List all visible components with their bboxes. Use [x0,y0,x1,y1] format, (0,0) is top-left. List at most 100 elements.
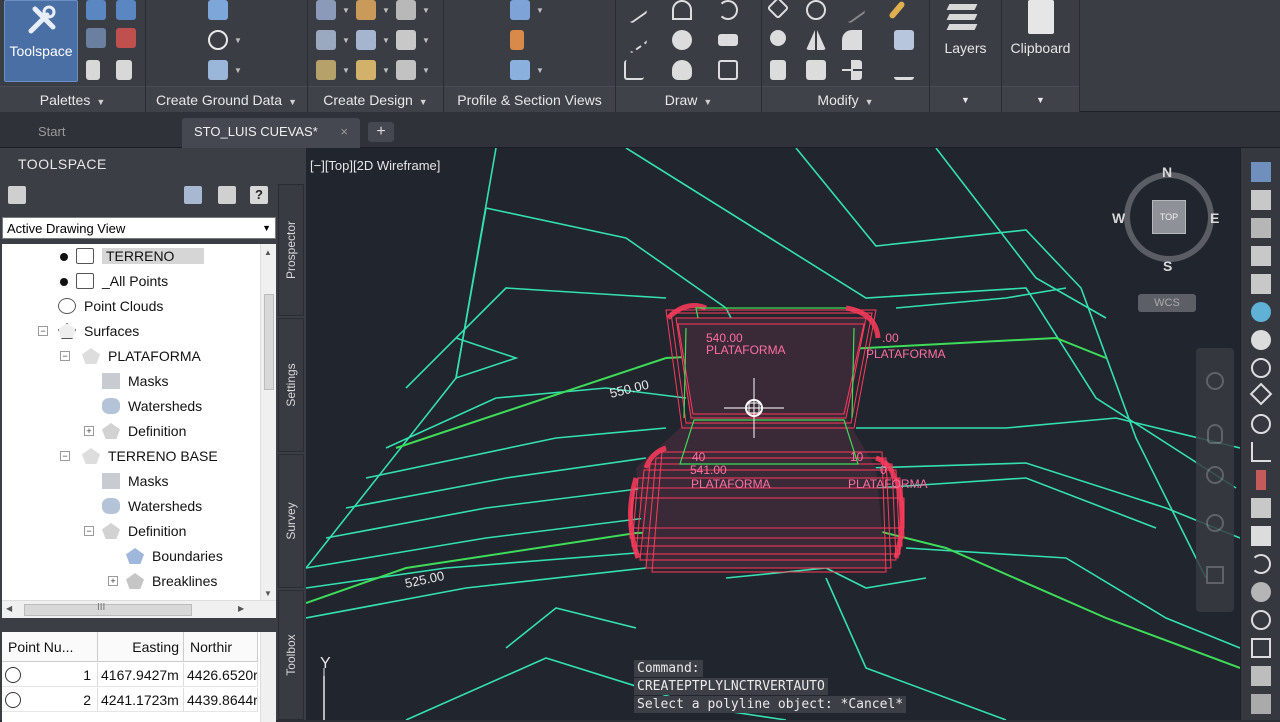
tab-settings[interactable]: Settings [278,318,304,452]
list-view-icon[interactable] [218,186,236,204]
help-icon[interactable]: ? [250,186,268,204]
offset-icon[interactable] [894,60,914,80]
tree-horizontal-scrollbar[interactable]: ◀ III ▶ [2,600,276,618]
profile-icon[interactable] [356,30,376,50]
corridor-caret[interactable]: ▼ [422,36,430,45]
import-icon[interactable] [208,0,228,20]
hatch-icon[interactable] [672,60,692,80]
collapse-terreno-base-toggle[interactable]: − [60,451,70,461]
viewcube-face-top[interactable]: TOP [1152,200,1186,234]
table-icon[interactable] [1251,694,1271,714]
construction-line-icon[interactable] [620,26,648,54]
rotate-icon[interactable] [806,0,826,20]
orbit-icon[interactable] [1206,514,1224,532]
dimension-icon[interactable] [1251,666,1271,686]
toggle-icon[interactable] [1251,218,1271,238]
collapse-surfaces-toggle[interactable]: − [38,326,48,336]
pressure-network-caret[interactable]: ▼ [422,66,430,75]
collapse-definition-toggle[interactable]: − [84,526,94,536]
survey-icon[interactable] [86,28,106,48]
close-tab-icon[interactable]: × [340,118,348,146]
explode-icon[interactable] [894,30,914,50]
section-views-caret[interactable]: ▼ [536,66,544,75]
mirror-icon[interactable] [806,30,826,50]
tree-item-watersheds[interactable]: Watersheds [102,394,202,418]
points-caret[interactable]: ▼ [234,36,242,45]
compass-west[interactable]: W [1112,210,1125,226]
column-header-easting[interactable]: Easting [98,632,184,662]
toolbox-icon[interactable] [116,28,136,48]
compass-east[interactable]: E [1210,210,1219,226]
tab-prospector[interactable]: Prospector [278,184,304,316]
tree-item-all-points[interactable]: _All Points [60,269,168,293]
array-icon[interactable] [842,60,862,80]
circle-icon[interactable] [672,30,692,50]
alignment-caret[interactable]: ▼ [342,36,350,45]
table-vertical-scrollbar[interactable] [260,632,276,722]
grading-caret[interactable]: ▼ [342,66,350,75]
selection-filter-icon[interactable] [1251,246,1271,266]
intersections-caret[interactable]: ▼ [422,6,430,15]
feature-line-icon[interactable] [356,0,376,20]
surfaces-caret[interactable]: ▼ [234,66,242,75]
tree-item-definition[interactable]: Definition [102,519,186,543]
expand-definition-toggle[interactable]: + [84,426,94,436]
pipe-network-caret[interactable]: ▼ [382,66,390,75]
scroll-up-icon[interactable]: ▲ [264,248,272,257]
tree-item-masks[interactable]: Masks [102,369,168,393]
notepad-icon[interactable] [86,60,100,80]
tree-item-point-clouds[interactable]: Point Clouds [58,294,163,318]
create-ground-data-title[interactable]: Create Ground Data ▼ [146,86,307,112]
intersections-icon[interactable] [396,0,416,20]
expand-breaklines-toggle[interactable]: + [108,576,118,586]
create-design-title[interactable]: Create Design ▼ [308,86,443,112]
move-icon[interactable] [766,0,790,20]
edit-icon[interactable] [1251,498,1271,518]
tree-item-boundaries[interactable]: Boundaries [126,544,223,568]
tree-item-plataforma[interactable]: PLATAFORMA [82,344,201,368]
tab-survey[interactable]: Survey [278,454,304,588]
column-header-point-number[interactable]: Point Nu... [2,632,98,662]
tree-item-terreno[interactable]: TERRENO [60,244,205,268]
rectangle-icon[interactable] [1251,638,1271,658]
pressure-network-icon[interactable] [396,60,416,80]
match-properties-icon[interactable] [888,0,906,20]
table-row[interactable]: 1 [2,663,98,687]
tree-item-breaklines[interactable]: Breaklines [126,569,217,593]
toolspace-button[interactable]: Toolspace [4,0,78,82]
rectangle-icon[interactable] [718,34,738,46]
points-icon[interactable] [208,30,228,50]
feature-line-caret[interactable]: ▼ [382,6,390,15]
clipboard-icon[interactable] [1028,0,1054,34]
marker-icon[interactable] [1256,470,1266,490]
arc-icon[interactable] [672,0,692,20]
polyline-icon[interactable] [624,60,644,80]
tool-palette-icon[interactable] [1251,274,1271,294]
viewcube[interactable]: TOP N S E W WCS [1112,162,1224,322]
tab-sto-luis-cuevas[interactable]: STO_LUIS CUEVAS* × [182,118,360,148]
snap-midpoint-icon[interactable] [1249,382,1273,406]
scale-icon[interactable] [806,60,826,80]
scroll-thumb[interactable]: III [24,602,192,616]
column-header-northing[interactable]: Northir [184,632,258,662]
region-icon[interactable] [718,60,738,80]
snap-endpoint-icon[interactable] [1251,358,1271,378]
steering-wheel-icon[interactable] [1206,372,1224,390]
showmotion-icon[interactable] [1206,566,1224,584]
drawing-canvas[interactable]: 550.00 525.00 PLATAFORMA PLATAFORMA PLAT… [306,148,1240,720]
surfaces-icon[interactable] [208,60,228,80]
layers-button[interactable]: Layers [930,40,1001,56]
palettes-panel-title[interactable]: Palettes ▼ [0,86,145,112]
properties-icon[interactable] [86,0,106,20]
tree-item-watersheds[interactable]: Watersheds [102,494,202,518]
item-view-icon[interactable] [184,186,202,204]
cell-northing[interactable]: 4426.6520r [184,663,258,687]
grading-icon[interactable] [316,60,336,80]
ucs-menu-button[interactable]: WCS [1138,294,1196,312]
clipboard-expand[interactable]: ▼ [1002,86,1079,112]
tree-item-definition[interactable]: Definition [102,419,186,443]
parcel-icon[interactable] [316,0,336,20]
tree-item-surfaces[interactable]: Surfaces [58,319,139,343]
snap-node-icon[interactable] [1251,442,1271,462]
section-views-icon[interactable] [510,60,530,80]
